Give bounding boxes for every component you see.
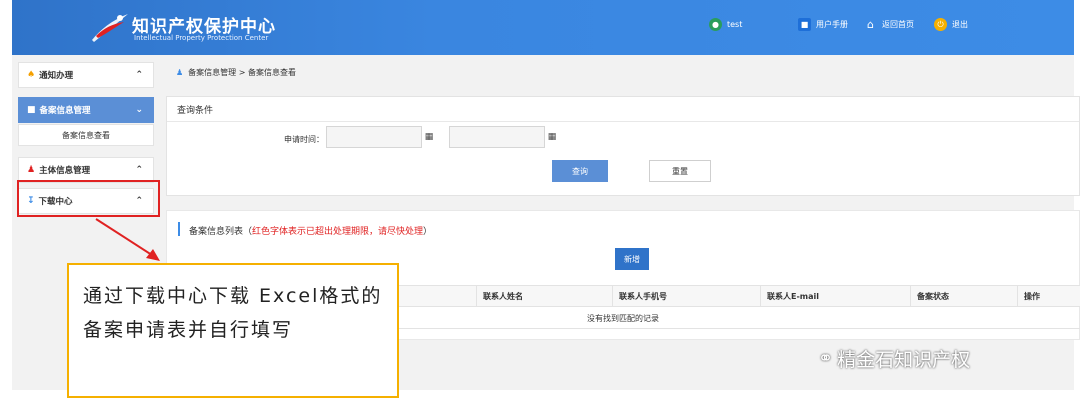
download-highlight-box [17, 180, 160, 217]
user-icon: ● [709, 18, 722, 31]
column-divider [760, 285, 761, 307]
apply-time-label: 申请时间： [284, 135, 324, 144]
calendar-icon[interactable]: ▦ [422, 126, 436, 148]
top-header: 知识产权保护中心 Intellectual Property Protectio… [12, 0, 1074, 55]
query-panel: 查询条件 [166, 96, 1080, 196]
user-menu[interactable]: ● test [709, 18, 742, 31]
sidebar-item-filing[interactable]: ■ 备案信息管理 ⌄ [18, 97, 154, 123]
sidebar-subitem-filing-view[interactable]: 备案信息查看 [18, 124, 154, 146]
start-date-input[interactable] [326, 126, 422, 148]
column-divider [910, 285, 911, 307]
reset-button[interactable]: 重置 [649, 160, 711, 182]
column-header[interactable]: 联系人E-mail [767, 291, 819, 302]
column-header[interactable]: 联系人姓名 [483, 291, 523, 302]
home-label: 返回首页 [882, 20, 914, 29]
user-name: test [727, 20, 743, 29]
list-title: 备案信息列表（红色字体表示已超出处理期限，请尽快处理） [189, 224, 432, 237]
breadcrumb-text: 备案信息管理 > 备案信息查看 [188, 68, 296, 77]
folder-icon: ■ [27, 105, 36, 115]
logout-link[interactable]: ⏻ 退出 [934, 18, 968, 31]
list-title-text: 备案信息列表（ [189, 227, 253, 237]
title-accent-bar [178, 222, 180, 236]
manual-link[interactable]: ■ 用户手册 [798, 18, 848, 31]
chevron-up-icon: ⌃ [135, 165, 143, 175]
person-icon: ♟ [176, 68, 184, 77]
overdue-note: 红色字体表示已超出处理期限，请尽快处理 [252, 227, 424, 237]
logo-icon [92, 14, 128, 42]
column-divider [612, 285, 613, 307]
sidebar-item-label: 通知办理 [39, 71, 74, 81]
column-header[interactable]: 联系人手机号 [619, 291, 667, 302]
person-icon: ♟ [27, 165, 36, 175]
power-icon: ⏻ [934, 18, 947, 31]
column-divider [1017, 285, 1018, 307]
query-title: 查询条件 [177, 106, 214, 116]
manual-icon: ■ [798, 18, 811, 31]
chevron-down-icon: ⌄ [135, 105, 143, 115]
sidebar-item-label: 备案信息管理 [39, 106, 91, 116]
end-date-input[interactable] [449, 126, 545, 148]
chevron-up-icon: ⌃ [135, 70, 143, 80]
breadcrumb: ♟ 备案信息管理 > 备案信息查看 [176, 67, 296, 78]
bell-icon: ♠ [27, 70, 36, 80]
column-divider [476, 285, 477, 307]
watermark: ⚭ 精金石知识产权 [818, 345, 970, 372]
annotation-callout: 通过下载中心下载 Excel格式的备案申请表并自行填写 [67, 263, 399, 398]
manual-label: 用户手册 [816, 20, 848, 29]
column-header[interactable]: 备案状态 [917, 291, 949, 302]
wechat-icon: ⚭ [818, 348, 834, 369]
logout-label: 退出 [952, 20, 968, 29]
home-link[interactable]: ⌂ 返回首页 [864, 18, 914, 31]
sidebar-item-notice[interactable]: ♠ 通知办理 ⌃ [18, 62, 154, 88]
watermark-text: 精金石知识产权 [837, 349, 971, 371]
add-button[interactable]: 新增 [615, 248, 649, 270]
annotation-text: 通过下载中心下载 Excel格式的备案申请表并自行填写 [83, 285, 383, 341]
brand-subtitle: Intellectual Property Protection Center [134, 34, 269, 42]
home-icon: ⌂ [867, 18, 874, 31]
query-button[interactable]: 查询 [552, 160, 608, 182]
divider [167, 121, 1079, 122]
sidebar-item-label: 备案信息查看 [62, 130, 110, 140]
column-header[interactable]: 操作 [1024, 291, 1040, 302]
sidebar-item-label: 主体信息管理 [39, 166, 91, 176]
calendar-icon[interactable]: ▦ [545, 126, 559, 148]
list-title-end: ） [423, 227, 433, 237]
